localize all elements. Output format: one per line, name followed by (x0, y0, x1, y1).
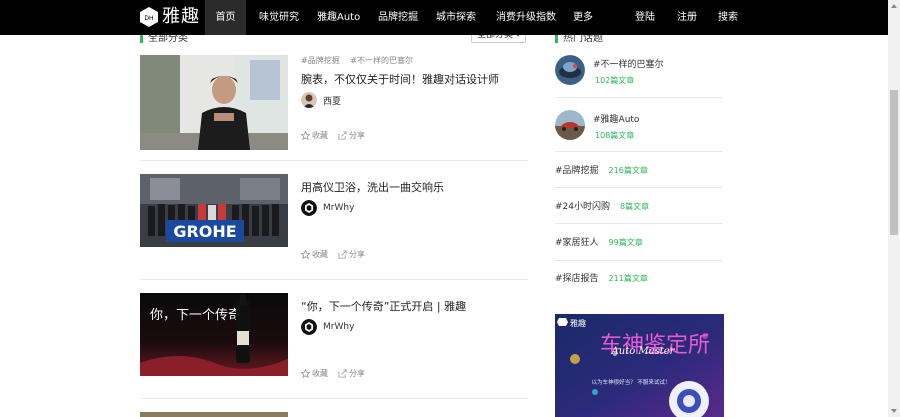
page-scrollbar[interactable] (888, 0, 900, 417)
author-avatar (301, 319, 317, 335)
article-tag[interactable]: #不一样的巴塞尔 (350, 56, 413, 65)
author-name: MrWhy (323, 203, 355, 213)
ad-caption: 以为车神很好当？ 不服来试试！ (592, 378, 671, 386)
article-divider (140, 160, 528, 161)
share-button[interactable]: 分享 (338, 368, 365, 379)
article-tag[interactable]: #品牌挖掘 (301, 56, 340, 65)
topic-image (555, 110, 585, 140)
nav-item-consumption-index[interactable]: 消费升级指数 (496, 0, 556, 35)
topic-name[interactable]: #雅趣Auto (593, 112, 639, 125)
author-avatar (301, 200, 317, 216)
star-icon (301, 131, 310, 140)
poster-headline: 你，下一个传奇 (150, 307, 241, 323)
search-link[interactable]: 搜索 (718, 0, 738, 35)
section-accent-bar (140, 35, 143, 43)
article-thumbnail-partial[interactable] (140, 412, 288, 417)
collect-button[interactable]: 收藏 (301, 249, 328, 260)
topic-count: 108篇文章 (595, 131, 635, 140)
topic-divider (555, 260, 723, 261)
nav-item-city-explore[interactable]: 城市探索 (436, 0, 476, 35)
logo-hexagon-icon: DH (140, 7, 158, 27)
author-avatar (301, 92, 317, 108)
topic-image (555, 55, 585, 85)
hot-topic-item[interactable]: #不一样的巴塞尔 102篇文章 (555, 53, 725, 93)
plain-topic-item[interactable]: #24小时闪购 8篇文章 (555, 199, 649, 212)
ad-subtitle: Auto Master (611, 346, 676, 357)
plain-topic-item[interactable]: #品牌挖掘 216篇文章 (555, 163, 648, 176)
article-title[interactable]: “你，下一个传奇”正式开启 | 雅趣 (301, 298, 466, 314)
register-link[interactable]: 注册 (677, 0, 697, 35)
article-title[interactable]: 用高仪卫浴，洗出一曲交响乐 (301, 179, 444, 195)
nav-item-more[interactable]: 更多 (573, 0, 593, 35)
topic-divider (555, 97, 723, 98)
section-title: 全部分类 (148, 35, 188, 44)
article-thumbnail[interactable] (140, 55, 288, 150)
scroll-up-icon[interactable] (888, 0, 900, 12)
article-thumbnail[interactable]: GROHE (140, 174, 288, 247)
category-filter-select[interactable]: 全部分类 ▾ (471, 35, 526, 43)
svg-text:DH: DH (144, 15, 153, 22)
section-header: 全部分类 全部分类 ▾ (140, 35, 528, 44)
topic-count: 102篇文章 (595, 76, 635, 85)
article-actions: 收藏 分享 (301, 130, 375, 141)
sidebar-title: 热门话题 (563, 35, 603, 44)
article-list: 全部分类 全部分类 ▾ #品牌挖掘 #不一样的巴塞尔 腕表，不仅仅关于时间！雅趣… (140, 35, 528, 417)
collect-button[interactable]: 收藏 (301, 368, 328, 379)
nav-item-brand-dig[interactable]: 品牌挖掘 (378, 0, 418, 35)
article-title[interactable]: 腕表，不仅仅关于时间！雅趣对话设计师 (301, 71, 499, 87)
share-icon (338, 131, 347, 140)
plain-topic-item[interactable]: #探店报告 211篇文章 (555, 271, 648, 284)
login-link[interactable]: 登陆 (635, 0, 655, 35)
share-button[interactable]: 分享 (338, 130, 365, 141)
star-icon (301, 369, 310, 378)
collect-button[interactable]: 收藏 (301, 130, 328, 141)
top-nav-bar: DH 雅趣 首页 味觉研究 雅趣Auto 品牌挖掘 城市探索 消费升级指数 更多… (0, 0, 888, 35)
share-button[interactable]: 分享 (338, 249, 365, 260)
grohe-logo-text: GROHE (173, 222, 236, 241)
share-icon (338, 250, 347, 259)
article-card[interactable]: 你，下一个传奇 “你，下一个传奇”正式开启 | 雅趣 MrWhy 收藏 分享 (140, 293, 528, 403)
author-name: MrWhy (323, 322, 355, 332)
topic-divider (555, 223, 723, 224)
article-tags: #品牌挖掘 #不一样的巴塞尔 (301, 55, 421, 66)
article-card[interactable]: GROHE 用高仪卫浴，洗出一曲交响乐 MrWhy 收藏 分享 (140, 174, 528, 284)
nav-item-yaqu-auto[interactable]: 雅趣Auto (317, 0, 360, 35)
article-card[interactable]: #品牌挖掘 #不一样的巴塞尔 腕表，不仅仅关于时间！雅趣对话设计师 西夏 收藏 (140, 55, 528, 165)
article-author[interactable]: MrWhy (301, 200, 354, 216)
article-thumbnail[interactable]: 你，下一个传奇 (140, 293, 288, 376)
article-actions: 收藏 分享 (301, 249, 375, 260)
scrollbar-thumb[interactable] (890, 90, 898, 235)
star-icon (301, 250, 310, 259)
sidebar-accent-bar (555, 35, 558, 43)
ad-brand: 雅趣 (570, 318, 586, 328)
sidebar-header: 热门话题 (555, 35, 725, 44)
share-icon (338, 369, 347, 378)
hot-topics-sidebar: 热门话题 #不一样的巴塞尔 102篇文章 #雅趣Auto 108篇文章 #品牌挖… (555, 35, 725, 417)
article-divider (140, 398, 528, 399)
site-logo[interactable]: DH 雅趣 (140, 6, 200, 28)
plain-topic-item[interactable]: #家居狂人 99篇文章 (555, 235, 643, 248)
topic-divider (555, 151, 723, 152)
nav-item-taste-research[interactable]: 味觉研究 (259, 0, 299, 35)
article-author[interactable]: 西夏 (301, 92, 341, 108)
article-author[interactable]: MrWhy (301, 319, 354, 335)
hot-topic-item[interactable]: #雅趣Auto 108篇文章 (555, 108, 725, 148)
article-divider (140, 279, 528, 280)
logo-text: 雅趣 (162, 6, 200, 27)
topic-name[interactable]: #不一样的巴塞尔 (593, 57, 664, 70)
sidebar-ad-banner[interactable]: 雅趣 车神鉴定所 Auto Master 以为车神很好当？ 不服来试试！ (555, 314, 724, 417)
article-actions: 收藏 分享 (301, 368, 375, 379)
author-name: 西夏 (323, 96, 342, 107)
nav-item-home[interactable]: 首页 (205, 0, 246, 35)
scroll-down-icon[interactable] (888, 405, 900, 417)
topic-divider (555, 187, 723, 188)
page: DH 雅趣 首页 味觉研究 雅趣Auto 品牌挖掘 城市探索 消费升级指数 更多… (0, 0, 900, 417)
